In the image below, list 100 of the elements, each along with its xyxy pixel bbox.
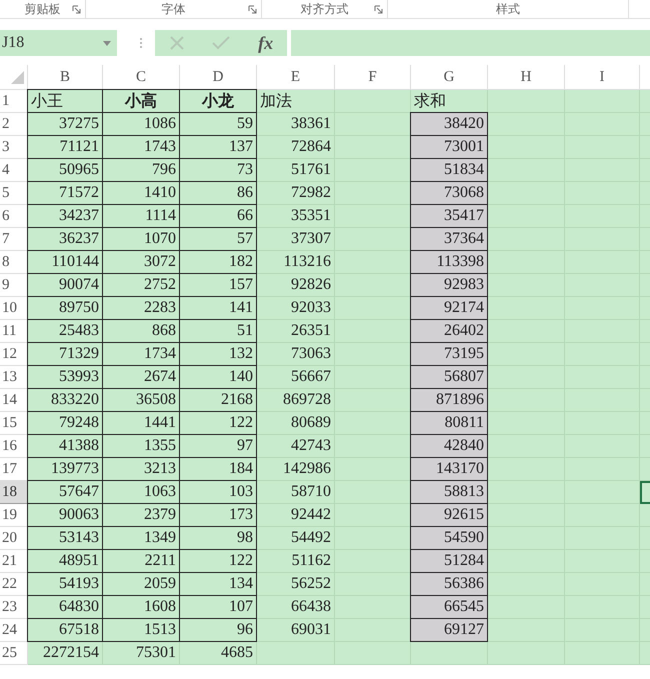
row-header[interactable]: 5 [0,182,28,205]
dropdown-caret-icon[interactable] [103,40,111,46]
table-cell: 54492 [257,527,335,550]
column-header[interactable]: C [103,65,180,90]
name-box[interactable]: J18 [0,30,117,56]
table-cell: 56667 [257,366,335,389]
row-header[interactable]: 18 [0,481,28,504]
row-header[interactable]: 19 [0,504,28,527]
table-cell: 42743 [257,435,335,458]
table-cell: 37364 [410,227,488,251]
table-cell: 58813 [410,480,488,504]
row-header[interactable]: 24 [0,619,28,642]
table-cell: 69031 [257,619,335,642]
row-header[interactable]: 4 [0,159,28,182]
table-cell: 56252 [257,573,335,596]
row-header[interactable]: 15 [0,412,28,435]
checkmark-icon[interactable] [212,36,230,50]
row-header[interactable]: 22 [0,573,28,596]
row-header[interactable]: 13 [0,366,28,389]
table-cell: 69127 [410,618,488,642]
row-header[interactable]: 21 [0,550,28,573]
group-label: 字体 [162,2,186,16]
table-cell: 4685 [180,642,257,665]
table-cell: 92826 [257,274,335,297]
row-header[interactable]: 11 [0,320,28,343]
table-cell: 加法 [257,90,335,113]
row-header[interactable]: 6 [0,205,28,228]
row-header[interactable]: 23 [0,596,28,619]
row-header[interactable]: 20 [0,527,28,550]
row-header[interactable]: 16 [0,435,28,458]
column-header[interactable] [640,65,650,90]
row-header[interactable]: 25 [0,642,28,665]
table-cell: 58710 [257,481,335,504]
row-header[interactable]: 14 [0,389,28,412]
dialog-launcher-icon[interactable] [374,5,383,14]
column-header[interactable]: H [488,65,565,90]
formula-input[interactable] [291,30,650,56]
table-cell: 143170 [410,457,488,481]
table-cell: 92442 [257,504,335,527]
row-header[interactable]: 1 [0,90,28,113]
table-cell: 73068 [410,181,488,205]
table-cell: 67518 [27,618,103,642]
table-cell: 72864 [257,136,335,159]
table-cell: 142986 [257,458,335,481]
column-header[interactable]: F [335,65,411,90]
table-cell: 73195 [410,342,488,366]
table-cell: 113216 [257,251,335,274]
dialog-launcher-icon[interactable] [72,5,81,14]
column-header[interactable]: D [180,65,257,90]
table-cell: 72982 [257,182,335,205]
table-cell: 38420 [410,112,488,136]
table-cell: 80811 [410,411,488,435]
table-cell: 80689 [257,412,335,435]
table-cell: 92174 [410,296,488,320]
table-cell: 66438 [257,596,335,619]
row-header[interactable]: 8 [0,251,28,274]
table-cell: 51761 [257,159,335,182]
table-cell: 2272154 [28,642,103,665]
group-label: 对齐方式 [300,2,348,16]
row-header[interactable]: 7 [0,228,28,251]
column-header[interactable]: E [257,65,335,90]
table-cell: 51162 [257,550,335,573]
table-cell: 35417 [410,204,488,228]
table-cell: 113398 [410,250,488,274]
column-header[interactable]: I [565,65,640,90]
select-all-icon[interactable] [11,70,24,84]
insert-function-button[interactable]: fx [258,32,274,54]
row-header[interactable]: 12 [0,343,28,366]
table-cell: 73063 [257,343,335,366]
table-cell: 92983 [410,273,488,297]
table-cell: 92033 [257,297,335,320]
table-cell: 66545 [410,595,488,619]
row-header[interactable]: 10 [0,297,28,320]
cell-reference: J18 [2,34,24,52]
table-cell: 51834 [410,158,488,182]
column-header[interactable]: G [411,65,488,90]
row-header[interactable]: 2 [0,113,28,136]
row-header[interactable]: 3 [0,136,28,159]
table-cell: 26351 [257,320,335,343]
table-cell: 92615 [410,503,488,527]
table-cell: 56807 [410,365,488,389]
table-cell: 小龙 [179,89,257,113]
table-cell: 小王 [27,89,103,113]
table-cell: 56386 [410,572,488,596]
grip-icon [139,37,143,49]
table-cell: 42840 [410,434,488,458]
table-cell: 35351 [257,205,335,228]
row-header[interactable]: 9 [0,274,28,297]
group-label: 样式 [496,2,520,16]
table-cell: 96 [179,618,257,642]
row-header[interactable]: 17 [0,458,28,481]
table-cell: 26402 [410,319,488,343]
group-label: 剪贴板 [24,2,60,16]
cancel-icon[interactable] [168,35,185,51]
dialog-launcher-icon[interactable] [248,5,257,14]
table-cell: 51284 [410,549,488,573]
table-cell: 75301 [103,642,180,665]
table-cell: 37307 [257,228,335,251]
column-header[interactable]: B [28,65,103,90]
table-cell: 54590 [410,526,488,550]
